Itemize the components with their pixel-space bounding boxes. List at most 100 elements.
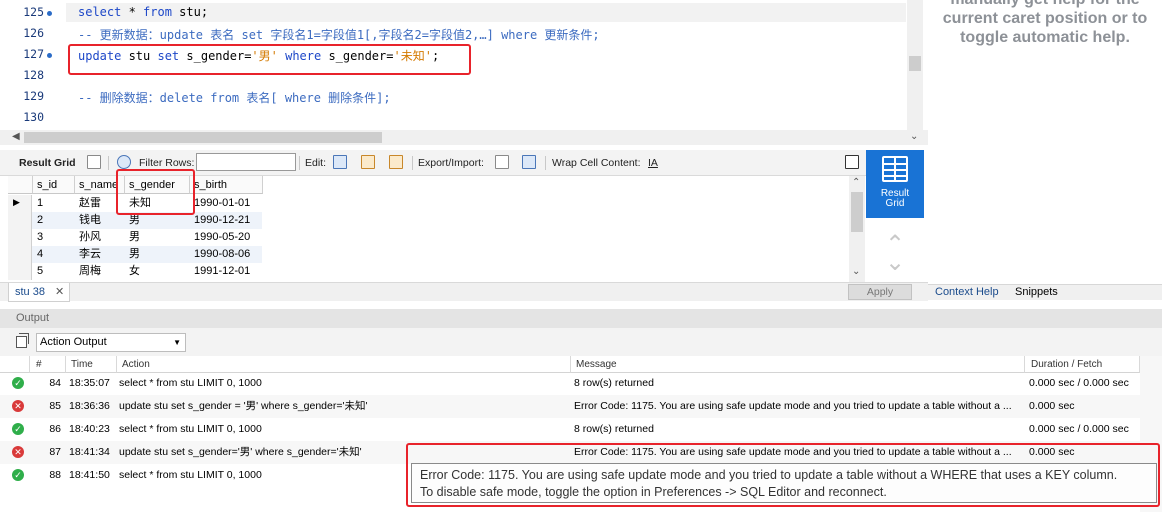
wrap-cell-toggle-icon[interactable]: IA bbox=[648, 157, 658, 169]
code-line-126[interactable]: -- 更新数据：update 表名 set 字段名1=字段值1[,字段名2=字段… bbox=[78, 26, 600, 43]
result-grid-label[interactable]: Result Grid bbox=[19, 157, 76, 169]
table-row[interactable]: 3 孙风 男 1990-05-20 bbox=[8, 229, 262, 246]
grid-scroll-up-icon[interactable]: ⌃ bbox=[852, 177, 860, 188]
cell[interactable]: 1991-12-01 bbox=[190, 263, 250, 280]
cell[interactable]: 孙风 bbox=[75, 229, 101, 246]
row-time: 18:41:34 bbox=[69, 446, 110, 458]
cell[interactable]: 1 bbox=[33, 195, 43, 212]
insert-row-icon[interactable] bbox=[361, 155, 375, 169]
cell[interactable]: 1990-05-20 bbox=[190, 229, 250, 246]
row-selector[interactable] bbox=[8, 212, 32, 229]
table-row[interactable]: ✓ 84 18:35:07 select * from stu LIMIT 0,… bbox=[0, 372, 1140, 395]
string-literal: '未知' bbox=[393, 49, 432, 63]
cell[interactable]: 男 bbox=[125, 229, 140, 246]
table-row[interactable]: ▶ 1 赵雷 未知 1990-01-01 bbox=[8, 195, 262, 212]
statement-marker-icon bbox=[47, 11, 52, 16]
cell[interactable]: 男 bbox=[125, 246, 140, 263]
line-number: 130 bbox=[23, 110, 44, 124]
code-line-127[interactable]: update stu set s_gender='男' where s_gend… bbox=[78, 47, 439, 64]
cell[interactable]: 赵雷 bbox=[75, 195, 101, 212]
editor-vertical-scroll-thumb[interactable] bbox=[909, 56, 921, 71]
scroll-down-icon[interactable]: ⌄ bbox=[910, 131, 918, 142]
table-row[interactable]: ✓ 86 18:40:23 select * from stu LIMIT 0,… bbox=[0, 418, 1140, 441]
row-selector[interactable] bbox=[8, 229, 32, 246]
code-line-129[interactable]: -- 删除数据：delete from 表名[ where 删除条件]; bbox=[78, 89, 391, 106]
row-number: 87 bbox=[49, 446, 61, 458]
result-tab[interactable]: stu 38 ✕ bbox=[8, 283, 70, 302]
column-header[interactable]: Duration / Fetch bbox=[1025, 356, 1140, 373]
sql-editor[interactable]: 125 126 127 128 129 130 select * from st… bbox=[0, 0, 928, 130]
cell[interactable]: 1990-12-21 bbox=[190, 212, 250, 229]
cell[interactable]: 男 bbox=[125, 212, 140, 229]
row-number: 88 bbox=[49, 469, 61, 481]
row-action: update stu set s_gender = '男' where s_ge… bbox=[119, 400, 368, 412]
grid-view-icon[interactable] bbox=[87, 155, 101, 169]
table-row[interactable]: 2 钱电 男 1990-12-21 bbox=[8, 212, 262, 229]
row-selector[interactable] bbox=[8, 263, 32, 280]
panel-toggle-icon[interactable] bbox=[845, 155, 859, 169]
cell[interactable]: 女 bbox=[125, 263, 140, 280]
success-icon: ✓ bbox=[12, 377, 24, 389]
column-header[interactable]: Time bbox=[66, 356, 117, 373]
scroll-left-icon[interactable]: ◀ bbox=[12, 131, 20, 142]
help-tab-bar: Context Help Snippets bbox=[928, 284, 1162, 300]
cell[interactable]: 4 bbox=[33, 246, 43, 263]
output-type-value: Action Output bbox=[40, 336, 107, 348]
output-type-select[interactable]: Action Output ▼ bbox=[36, 333, 186, 352]
statement-marker-icon bbox=[47, 53, 52, 58]
row-time: 18:35:07 bbox=[69, 377, 110, 389]
row-message: 8 row(s) returned bbox=[574, 423, 654, 435]
column-header[interactable]: s_birth bbox=[190, 176, 263, 194]
keyword: select bbox=[78, 5, 122, 19]
cell[interactable]: 3 bbox=[33, 229, 43, 246]
table-row[interactable]: ✕ 87 18:41:34 update stu set s_gender='男… bbox=[0, 441, 1140, 464]
side-panel-scroll-arrows[interactable]: ⌃ ⌄ bbox=[870, 233, 920, 284]
filter-rows-label: Filter Rows: bbox=[139, 157, 195, 169]
copy-icon[interactable] bbox=[16, 333, 29, 348]
cell[interactable]: 5 bbox=[33, 263, 43, 280]
tab-context-help[interactable]: Context Help bbox=[935, 286, 999, 298]
cell[interactable]: 钱电 bbox=[75, 212, 101, 229]
row-time: 18:36:36 bbox=[69, 400, 110, 412]
table-row[interactable]: ✕ 85 18:36:36 update stu set s_gender = … bbox=[0, 395, 1140, 418]
grid-vertical-scroll-thumb[interactable] bbox=[851, 192, 863, 232]
grid-scroll-down-icon[interactable]: ⌄ bbox=[852, 266, 860, 277]
result-grid-side-button[interactable]: Result Grid bbox=[866, 150, 924, 218]
string-literal: '男' bbox=[251, 49, 278, 63]
import-icon[interactable] bbox=[522, 155, 536, 169]
column-header[interactable]: s_gender bbox=[125, 176, 190, 194]
error-icon: ✕ bbox=[12, 400, 24, 412]
close-icon[interactable]: ✕ bbox=[55, 283, 64, 301]
cell[interactable]: 李云 bbox=[75, 246, 101, 263]
help-text-line: manually get help for the bbox=[928, 0, 1162, 9]
row-selector[interactable]: ▶ bbox=[8, 195, 32, 212]
edit-row-icon[interactable] bbox=[333, 155, 347, 169]
row-time: 18:41:50 bbox=[69, 469, 110, 481]
column-header[interactable]: # bbox=[30, 356, 66, 373]
tab-snippets[interactable]: Snippets bbox=[1015, 286, 1058, 298]
refresh-icon[interactable] bbox=[117, 155, 131, 169]
line-gutter: 125 126 127 128 129 130 bbox=[0, 0, 66, 130]
row-selector[interactable] bbox=[8, 246, 32, 263]
table-row[interactable]: 5 周梅 女 1991-12-01 bbox=[8, 263, 262, 280]
keyword: update bbox=[78, 49, 122, 63]
column-header[interactable]: s_id bbox=[33, 176, 75, 194]
row-duration: 0.000 sec bbox=[1029, 400, 1075, 412]
code-line-125[interactable]: select * from stu; bbox=[78, 5, 208, 19]
table-row[interactable]: 4 李云 男 1990-08-06 bbox=[8, 246, 262, 263]
column-header[interactable]: Message bbox=[571, 356, 1025, 373]
chevron-down-icon[interactable]: ⌄ bbox=[870, 251, 920, 275]
cell[interactable]: 1990-08-06 bbox=[190, 246, 250, 263]
cell[interactable]: 周梅 bbox=[75, 263, 101, 280]
delete-row-icon[interactable] bbox=[389, 155, 403, 169]
column-header[interactable]: s_name bbox=[75, 176, 125, 194]
result-grid[interactable]: s_id s_name s_gender s_birth ▶ 1 赵雷 未知 1… bbox=[8, 169, 850, 282]
apply-button[interactable]: Apply bbox=[848, 284, 912, 300]
column-header[interactable]: Action bbox=[117, 356, 571, 373]
cell[interactable]: 1990-01-01 bbox=[190, 195, 250, 212]
cell[interactable]: 未知 bbox=[125, 195, 151, 212]
export-icon[interactable] bbox=[495, 155, 509, 169]
cell[interactable]: 2 bbox=[33, 212, 43, 229]
filter-rows-input[interactable] bbox=[196, 153, 296, 171]
editor-horizontal-scroll-thumb[interactable] bbox=[24, 132, 382, 143]
